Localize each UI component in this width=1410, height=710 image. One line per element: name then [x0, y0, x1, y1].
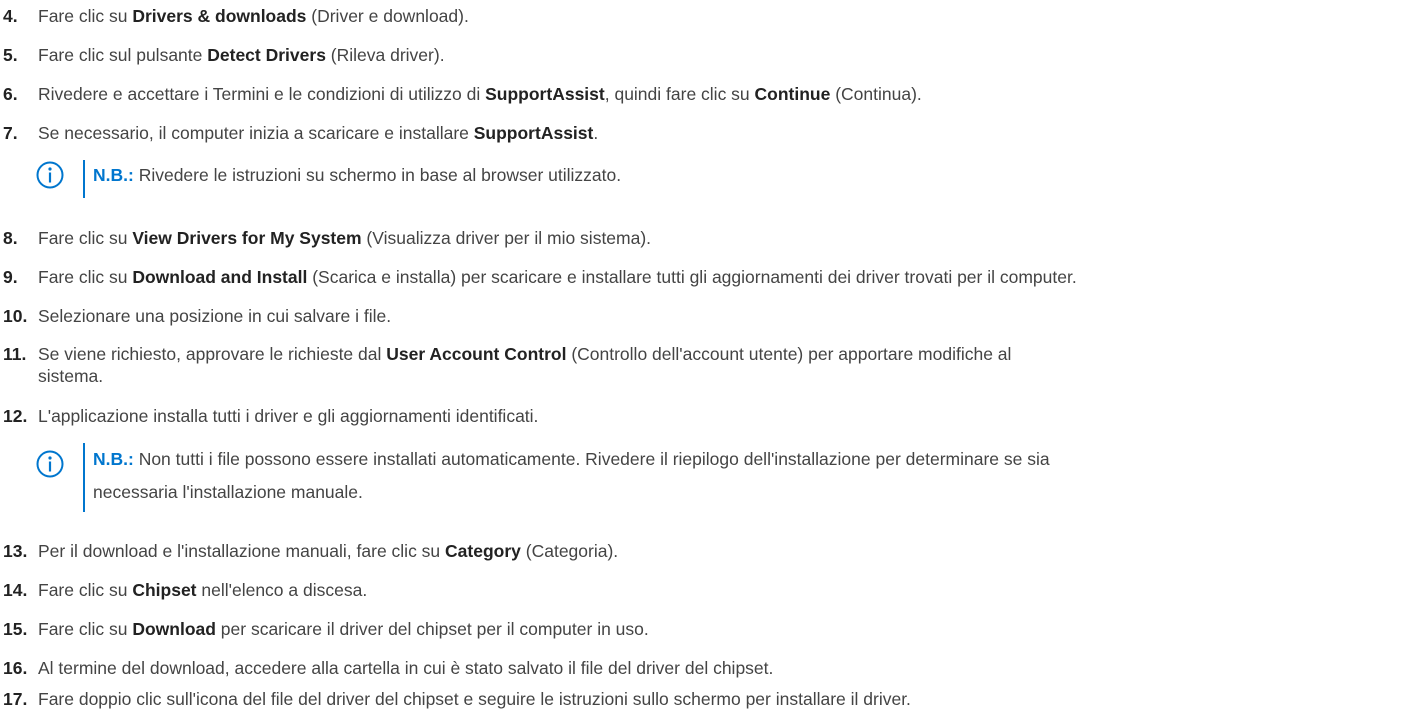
step-text: Fare clic su Download and Install (Scari…: [38, 267, 1077, 287]
step-number: 6.: [3, 84, 18, 104]
step-number: 11.: [3, 344, 27, 364]
step-number: 13.: [3, 541, 28, 561]
step-number: 15.: [3, 619, 28, 639]
step-number: 10.: [3, 306, 28, 326]
step-text: Fare doppio clic sull'icona del file del…: [38, 689, 911, 709]
step-text: Per il download e l'installazione manual…: [38, 541, 619, 561]
step-text: L'applicazione installa tutti i driver e…: [38, 406, 539, 426]
step-number: 17.: [3, 689, 28, 709]
info-circle-icon: [35, 449, 65, 484]
step-text: Fare clic sul pulsante Detect Drivers (R…: [38, 45, 445, 65]
step-text: Fare clic su Chipset nell'elenco a disce…: [38, 580, 368, 600]
step-text: Rivedere e accettare i Termini e le cond…: [38, 84, 922, 104]
step-text: Fare clic su Drivers & downloads (Driver…: [38, 6, 469, 26]
step-number: 7.: [3, 123, 18, 143]
step-text: Selezionare una posizione in cui salvare…: [38, 306, 392, 326]
step-number: 9.: [3, 267, 18, 287]
step-number: 8.: [3, 228, 18, 248]
step-number: 4.: [3, 6, 18, 26]
step-text: Fare clic su View Drivers for My System …: [38, 228, 652, 248]
step-text: Se necessario, il computer inizia a scar…: [38, 123, 599, 143]
step-text: Se viene richiesto, approvare le richies…: [38, 344, 1012, 386]
info-circle-icon: [35, 160, 65, 195]
note-divider: [83, 443, 85, 512]
note-text: N.B.: Rivedere le istruzioni su schermo …: [93, 165, 622, 185]
step-text: Al termine del download, accedere alla c…: [38, 658, 774, 678]
note-text: N.B.: Non tutti i file possono essere in…: [93, 449, 1050, 502]
note-divider: [83, 160, 85, 198]
step-number: 16.: [3, 658, 28, 678]
step-number: 12.: [3, 406, 28, 426]
step-text: Fare clic su Download per scaricare il d…: [38, 619, 649, 639]
step-number: 5.: [3, 45, 18, 65]
step-number: 14.: [3, 580, 28, 600]
